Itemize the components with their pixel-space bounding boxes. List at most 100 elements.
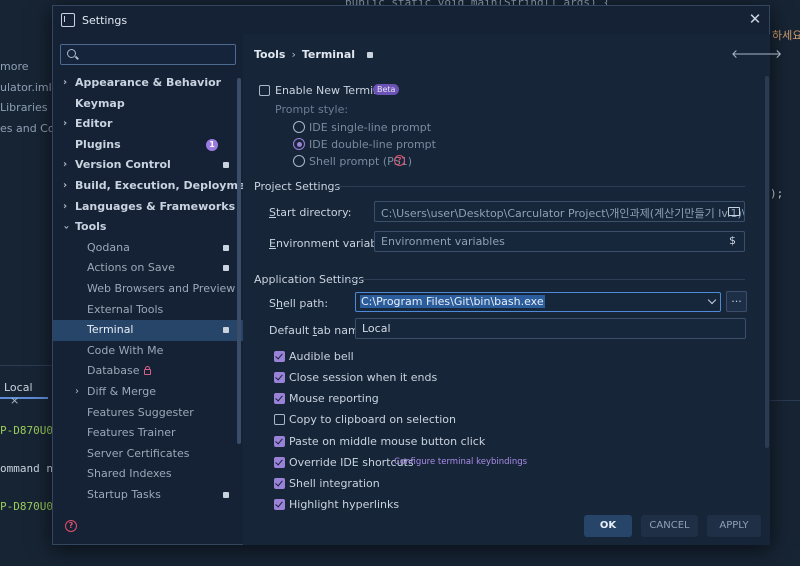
- nav-item-label: Database: [87, 364, 140, 378]
- override-shortcuts-checkbox[interactable]: [274, 457, 285, 468]
- nav-item-web-browsers[interactable]: Web Browsers and Preview: [53, 279, 243, 300]
- copy-clipboard-checkbox[interactable]: [274, 414, 285, 425]
- browse-shell-button[interactable]: ...: [726, 291, 747, 312]
- paste-middle-click-label: Paste on middle mouse button click: [289, 435, 486, 448]
- nav-item-label: Plugins: [75, 137, 121, 151]
- nav-item-label: Version Control: [75, 158, 171, 172]
- nav-item-diff-merge[interactable]: › Diff & Merge: [53, 382, 243, 403]
- mouse-reporting-label: Mouse reporting: [289, 392, 379, 405]
- audible-bell-label: Audible bell: [289, 350, 354, 363]
- highlight-hyperlinks-label: Highlight hyperlinks: [289, 498, 400, 511]
- cancel-button[interactable]: CANCEL: [641, 515, 698, 537]
- nav-item-external-tools[interactable]: External Tools: [53, 300, 243, 321]
- nav-item-label: Diff & Merge: [87, 384, 157, 398]
- help-icon[interactable]: ?: [394, 155, 405, 166]
- env-vars-field[interactable]: Environment variables: [374, 231, 745, 252]
- close-icon[interactable]: ×: [10, 394, 19, 407]
- nav-item-label: Startup Tasks: [87, 487, 161, 501]
- nav-item-plugins[interactable]: Plugins 1: [53, 135, 243, 156]
- chevron-down-icon: ›: [60, 225, 72, 230]
- nav-item-shared-indexes[interactable]: Shared Indexes: [53, 464, 243, 485]
- close-session-checkbox[interactable]: [274, 372, 285, 383]
- nav-item-label: Terminal: [87, 323, 134, 337]
- nav-item-features-suggester[interactable]: Features Suggester: [53, 403, 243, 424]
- start-directory-label: Start directory:: [269, 206, 352, 219]
- default-tab-field[interactable]: Local: [355, 318, 746, 339]
- radio-single-line-label: IDE single-line prompt: [309, 121, 432, 134]
- project-scope-icon: [366, 52, 373, 58]
- prompt-style-label: Prompt style:: [275, 103, 349, 116]
- chevron-right-icon: ›: [63, 200, 68, 212]
- configure-keybindings-link[interactable]: Configure terminal keybindings: [394, 457, 527, 467]
- nav-item-label: Code With Me: [87, 343, 164, 357]
- nav-item-actions-on-save[interactable]: Actions on Save: [53, 258, 243, 279]
- project-scope-icon: [223, 327, 229, 334]
- breadcrumb-parent[interactable]: Tools: [254, 48, 285, 61]
- shell-integration-checkbox[interactable]: [274, 478, 285, 489]
- enable-new-terminal-checkbox[interactable]: [259, 85, 270, 96]
- highlight-hyperlinks-checkbox[interactable]: [274, 499, 285, 510]
- mouse-reporting-checkbox[interactable]: [274, 393, 285, 404]
- nav-item-label: Tools: [75, 220, 107, 234]
- nav-item-build[interactable]: › Build, Execution, Deployment: [53, 176, 258, 197]
- shell-path-value: C:\Program Files\Git\bin\bash.exe: [360, 295, 545, 308]
- audible-bell-checkbox[interactable]: [274, 351, 285, 362]
- nav-item-features-trainer[interactable]: Features Trainer: [53, 423, 243, 444]
- project-settings-title: Project Settings: [254, 180, 341, 193]
- project-tree-item: ulator.iml: [0, 81, 52, 94]
- nav-item-keymap[interactable]: Keymap: [53, 94, 243, 115]
- nav-item-languages[interactable]: › Languages & Frameworks: [53, 197, 243, 218]
- folder-icon[interactable]: [728, 207, 740, 216]
- settings-dialog: Settings ✕ › Appearance & Behavior Keymap…: [52, 5, 782, 545]
- divider: [770, 400, 800, 401]
- project-tree-item: Libraries: [0, 101, 48, 114]
- terminal-line: P-D870U02: [0, 424, 60, 437]
- dollar-icon[interactable]: $: [729, 234, 736, 247]
- nav-item-code-with-me[interactable]: Code With Me: [53, 341, 243, 362]
- radio-double-line-label: IDE double-line prompt: [309, 138, 436, 151]
- nav-item-terminal[interactable]: Terminal: [53, 320, 243, 341]
- app-icon: [61, 13, 75, 27]
- radio-shell-prompt[interactable]: [293, 155, 305, 167]
- nav-item-appearance[interactable]: › Appearance & Behavior: [53, 73, 243, 94]
- nav-item-version-control[interactable]: › Version Control: [53, 155, 243, 176]
- nav-item-tools[interactable]: › Tools: [53, 217, 243, 238]
- content-scrollbar[interactable]: [765, 76, 769, 448]
- terminal-line: ommand no: [0, 462, 60, 475]
- beta-badge: Beta: [373, 84, 400, 95]
- section-divider: [347, 279, 745, 280]
- project-scope-icon: [223, 491, 229, 498]
- search-input[interactable]: [60, 44, 236, 65]
- dialog-title: Settings: [82, 14, 128, 27]
- breadcrumb-separator: ›: [291, 48, 296, 61]
- radio-single-line[interactable]: [293, 121, 305, 133]
- nav-item-editor[interactable]: › Editor: [53, 114, 243, 135]
- divider: [0, 365, 52, 366]
- start-directory-field[interactable]: C:\Users\user\Desktop\Carculator Project…: [374, 201, 745, 222]
- shell-path-label: Shell path:: [269, 297, 329, 310]
- radio-double-line[interactable]: [293, 138, 305, 150]
- nav-item-startup-tasks[interactable]: Startup Tasks: [53, 485, 243, 506]
- title-bar[interactable]: Settings ✕: [53, 6, 769, 34]
- apply-button[interactable]: APPLY: [707, 515, 761, 537]
- help-icon[interactable]: ?: [65, 520, 77, 532]
- forward-arrow-icon[interactable]: 🡒: [750, 46, 782, 61]
- shell-path-dropdown[interactable]: C:\Program Files\Git\bin\bash.exe: [355, 292, 721, 312]
- nav-item-label: Shared Indexes: [87, 467, 172, 481]
- terminal-tab-local[interactable]: Local ×: [0, 375, 48, 407]
- env-vars-placeholder: Environment variables: [381, 235, 505, 248]
- nav-item-database[interactable]: Database: [53, 361, 243, 382]
- start-directory-value: C:\Users\user\Desktop\Carculator Project…: [381, 207, 745, 220]
- settings-nav: › Appearance & Behavior Keymap › Editor Pl…: [53, 73, 258, 506]
- nav-item-qodana[interactable]: Qodana: [53, 238, 243, 259]
- copy-clipboard-label: Copy to clipboard on selection: [289, 413, 456, 426]
- paste-middle-click-checkbox[interactable]: [274, 436, 285, 447]
- terminal-settings-panel: Tools › Terminal 🡐 🡒 Enable New Terminal B…: [243, 34, 782, 545]
- nav-item-server-certificates[interactable]: Server Certificates: [53, 444, 243, 465]
- terminal-line: P-D870U02: [0, 500, 60, 513]
- close-icon[interactable]: ✕: [747, 10, 763, 28]
- plugins-badge: 1: [206, 138, 218, 151]
- sidebar-scrollbar[interactable]: [237, 78, 241, 444]
- chevron-right-icon: ›: [63, 77, 68, 88]
- ok-button[interactable]: OK: [584, 515, 632, 537]
